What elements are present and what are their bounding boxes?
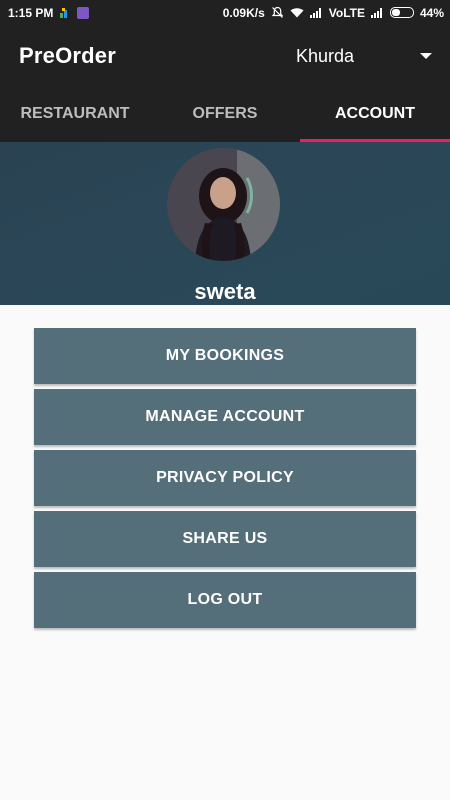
mute-icon — [271, 6, 284, 19]
app-bar: PreOrder Khurda — [0, 25, 450, 87]
tab-account[interactable]: ACCOUNT — [300, 87, 450, 142]
avatar-image — [167, 148, 280, 261]
location-dropdown[interactable]: Khurda — [296, 46, 432, 67]
battery-percent: 44% — [419, 5, 444, 20]
app-title: PreOrder — [19, 43, 116, 68]
tab-offers[interactable]: OFFERS — [150, 87, 300, 142]
log-out-button[interactable]: LOG OUT — [34, 572, 416, 628]
network-speed: 0.09K/s — [222, 5, 265, 20]
battery-icon — [389, 7, 414, 18]
status-bar-left: 1:15 PM — [8, 5, 90, 20]
location-label: Khurda — [295, 45, 354, 66]
wifi-icon — [290, 7, 304, 18]
tab-restaurant[interactable]: RESTAURANT — [0, 87, 150, 142]
battery-fill — [391, 9, 400, 16]
manage-account-button[interactable]: MANAGE ACCOUNT — [34, 389, 416, 445]
privacy-policy-button[interactable]: PRIVACY POLICY — [34, 450, 416, 506]
share-us-button[interactable]: SHARE US — [34, 511, 416, 567]
app-notification-icon — [59, 7, 71, 19]
my-bookings-button[interactable]: MY BOOKINGS — [34, 328, 416, 384]
app-notification-icon — [77, 6, 90, 19]
user-name: sweta — [194, 279, 256, 304]
status-time: 1:15 PM — [8, 5, 54, 20]
profile-header: sweta — [0, 142, 450, 305]
signal-icon — [370, 7, 384, 18]
status-bar-right: 0.09K/s VoLTE 44% — [223, 6, 444, 20]
status-bar: 1:15 PM 0.09K/s VoLTE 44% — [0, 0, 450, 25]
carrier-label: VoLTE — [328, 5, 365, 20]
dropdown-arrow-icon — [420, 53, 432, 59]
avatar[interactable] — [167, 148, 280, 261]
account-menu: MY BOOKINGS MANAGE ACCOUNT PRIVACY POLIC… — [34, 328, 416, 633]
signal-icon — [309, 7, 323, 18]
tab-bar: RESTAURANT OFFERS ACCOUNT — [0, 87, 450, 142]
